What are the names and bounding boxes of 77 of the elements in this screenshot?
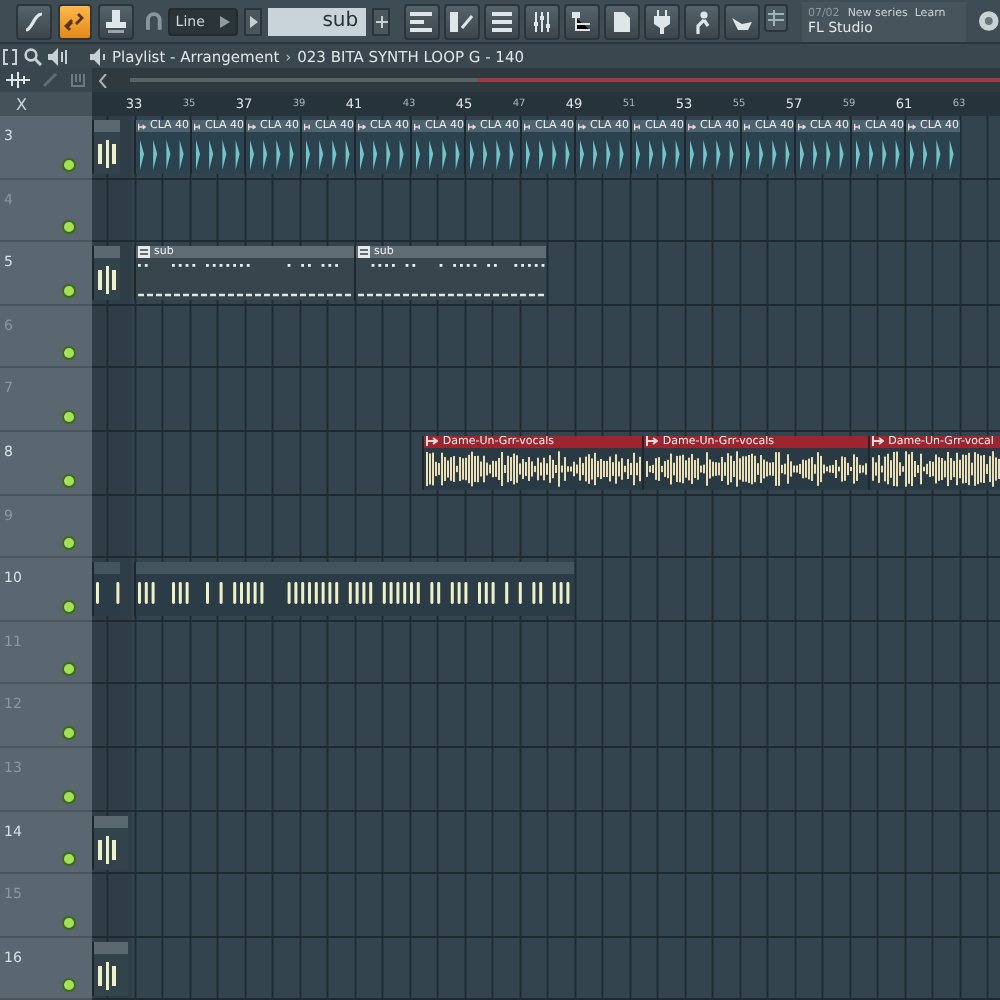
bracket-icon[interactable] <box>2 47 18 65</box>
audio-clip-icon <box>358 121 366 131</box>
playlist-clip[interactable] <box>92 815 129 870</box>
play-arrow-icon <box>249 15 258 27</box>
playlist-clip[interactable] <box>134 562 575 617</box>
track-enable-dot[interactable] <box>62 725 76 740</box>
audio-clip-icon <box>908 121 916 131</box>
figure-icon[interactable] <box>683 3 720 39</box>
audio-clip-icon <box>523 121 531 131</box>
track-enable-dot[interactable] <box>62 409 76 424</box>
horizontal-scrollbar[interactable] <box>92 68 1000 92</box>
zoom-mark[interactable]: X <box>16 95 27 113</box>
track-enable-dot[interactable] <box>62 283 76 298</box>
curve-tool-icon[interactable] <box>16 3 52 39</box>
dropdown-arrow-icon <box>220 15 231 27</box>
plus-icon <box>375 15 388 27</box>
speaker-icon[interactable] <box>90 47 106 65</box>
audio-clip-icon <box>688 121 696 131</box>
track-enable-dot[interactable] <box>62 978 76 993</box>
waveform <box>96 957 117 990</box>
audio-clip-icon <box>872 436 885 447</box>
playlist-clip[interactable] <box>92 941 129 996</box>
clip-header <box>94 941 129 954</box>
track-enable-dot[interactable] <box>62 915 76 930</box>
audio-clip-icon <box>743 121 751 131</box>
clip-header <box>94 815 129 828</box>
audio-clip-icon <box>248 121 256 131</box>
link-button[interactable] <box>57 3 93 39</box>
track-enable-dot[interactable] <box>62 536 76 551</box>
playlist-clip[interactable] <box>92 246 121 301</box>
track-enable-dot[interactable] <box>62 220 76 235</box>
audio-clip-icon <box>138 121 146 131</box>
clip-header <box>94 246 121 259</box>
prev-pattern-button[interactable] <box>244 7 263 35</box>
playlist-icon[interactable] <box>403 3 440 39</box>
speaker-icon[interactable] <box>48 47 68 65</box>
waveform <box>96 831 117 864</box>
audio-clip-icon <box>303 121 311 131</box>
track-enable-dot[interactable] <box>62 852 76 867</box>
grid-icon[interactable] <box>763 3 788 31</box>
piano-roll-icon[interactable] <box>443 3 480 39</box>
disc-icon[interactable] <box>978 10 1000 32</box>
track-enable-dot[interactable] <box>62 157 76 172</box>
browser-icon[interactable] <box>563 3 600 39</box>
track-enable-dot[interactable] <box>62 789 76 804</box>
clip-header <box>94 562 121 575</box>
link-icon <box>65 11 85 31</box>
audio-clip-icon <box>633 121 641 131</box>
audio-clip-icon <box>193 121 201 131</box>
magnet-icon[interactable] <box>145 12 162 30</box>
audio-clip-icon <box>468 121 476 131</box>
track-enable-dot[interactable] <box>62 662 76 677</box>
pattern-field[interactable]: sub <box>268 7 367 35</box>
mixer-icon[interactable] <box>523 3 560 39</box>
plug-icon[interactable] <box>643 3 680 39</box>
waveform <box>96 136 117 168</box>
audio-clip-icon <box>578 121 586 131</box>
add-pattern-button[interactable] <box>372 7 390 35</box>
file-icon[interactable] <box>603 3 640 39</box>
audio-clip-icon <box>646 436 659 447</box>
playlist-clip[interactable] <box>92 120 121 174</box>
stamp-icon[interactable] <box>98 3 134 39</box>
audio-clip-icon <box>413 121 421 131</box>
pattern-icon <box>358 246 371 259</box>
search-icon[interactable] <box>24 47 42 65</box>
track-enable-dot[interactable] <box>62 599 76 614</box>
playlist-clip[interactable] <box>92 562 121 617</box>
audio-clip-icon <box>853 121 861 131</box>
pattern-icon <box>138 246 151 259</box>
clip-header <box>94 120 121 132</box>
scroll-left-icon[interactable] <box>98 73 108 87</box>
waveform <box>96 262 117 295</box>
waveform-icon[interactable] <box>6 72 30 88</box>
track-enable-dot[interactable] <box>62 346 76 361</box>
audio-clip-icon <box>798 121 806 131</box>
track-enable-dot[interactable] <box>62 473 76 488</box>
audio-clip-icon <box>426 436 439 447</box>
